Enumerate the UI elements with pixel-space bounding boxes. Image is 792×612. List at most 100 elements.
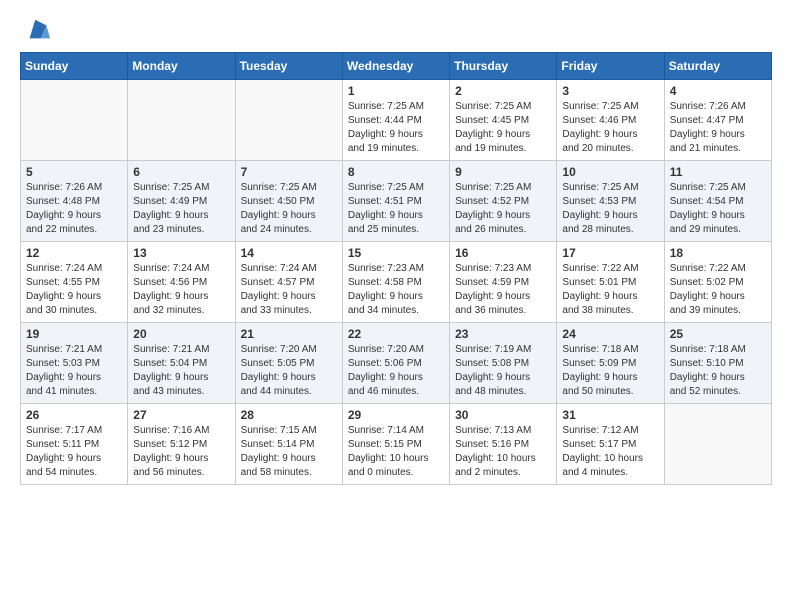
weekday-header: Saturday [664, 53, 771, 80]
day-info: Sunrise: 7:18 AM Sunset: 5:09 PM Dayligh… [562, 343, 658, 399]
day-info: Sunrise: 7:14 AM Sunset: 5:15 PM Dayligh… [348, 424, 444, 480]
calendar-cell: 31Sunrise: 7:12 AM Sunset: 5:17 PM Dayli… [557, 404, 664, 485]
day-info: Sunrise: 7:20 AM Sunset: 5:06 PM Dayligh… [348, 343, 444, 399]
calendar-cell: 23 Sunrise: 7:19 AM Sunset: 5:08 PM Dayli… [450, 323, 557, 404]
day-info: Sunrise: 7:23 AM Sunset: 4:58 PM Dayligh… [348, 262, 444, 318]
day-info: Sunrise: 7:22 AM Sunset: 5:01 PM Dayligh… [562, 262, 658, 318]
day-number: 25 [670, 327, 766, 341]
calendar-cell: 20 Sunrise: 7:21 AM Sunset: 5:04 PM Dayli… [128, 323, 235, 404]
calendar-cell: 15 Sunrise: 7:23 AM Sunset: 4:58 PM Dayli… [342, 242, 449, 323]
day-info: Sunrise: 7:19 AM Sunset: 5:08 PM Dayligh… [455, 343, 551, 399]
day-number: 17 [562, 246, 658, 260]
calendar-cell: 18Sunrise: 7:22 AM Sunset: 5:02 PM Dayli… [664, 242, 771, 323]
day-number: 4 [670, 84, 766, 98]
day-info: Sunrise: 7:25 AM Sunset: 4:49 PM Dayligh… [133, 181, 229, 237]
calendar-cell: 29Sunrise: 7:14 AM Sunset: 5:15 PM Dayli… [342, 404, 449, 485]
calendar-cell: 8 Sunrise: 7:25 AM Sunset: 4:51 PM Daylig… [342, 161, 449, 242]
day-info: Sunrise: 7:21 AM Sunset: 5:03 PM Dayligh… [26, 343, 122, 399]
day-info: Sunrise: 7:25 AM Sunset: 4:45 PM Dayligh… [455, 100, 551, 156]
calendar-cell: 24Sunrise: 7:18 AM Sunset: 5:09 PM Dayli… [557, 323, 664, 404]
day-info: Sunrise: 7:20 AM Sunset: 5:05 PM Dayligh… [241, 343, 337, 399]
calendar-row: 12 Sunrise: 7:24 AM Sunset: 4:55 PM Dayli… [21, 242, 772, 323]
day-number: 9 [455, 165, 551, 179]
day-info: Sunrise: 7:21 AM Sunset: 5:04 PM Dayligh… [133, 343, 229, 399]
day-number: 21 [241, 327, 337, 341]
day-info: Sunrise: 7:24 AM Sunset: 4:55 PM Dayligh… [26, 262, 122, 318]
day-info: Sunrise: 7:16 AM Sunset: 5:12 PM Dayligh… [133, 424, 229, 480]
calendar-cell: 1Sunrise: 7:25 AM Sunset: 4:44 PM Daylig… [342, 80, 449, 161]
day-number: 8 [348, 165, 444, 179]
calendar-cell [128, 80, 235, 161]
calendar-cell: 7 Sunrise: 7:25 AM Sunset: 4:50 PM Daylig… [235, 161, 342, 242]
calendar-page: SundayMondayTuesdayWednesdayThursdayFrid… [0, 0, 792, 501]
day-number: 1 [348, 84, 444, 98]
day-number: 5 [26, 165, 122, 179]
weekday-header: Monday [128, 53, 235, 80]
day-info: Sunrise: 7:25 AM Sunset: 4:50 PM Dayligh… [241, 181, 337, 237]
day-number: 12 [26, 246, 122, 260]
day-info: Sunrise: 7:25 AM Sunset: 4:53 PM Dayligh… [562, 181, 658, 237]
calendar-row: 26 Sunrise: 7:17 AM Sunset: 5:11 PM Dayli… [21, 404, 772, 485]
day-number: 2 [455, 84, 551, 98]
calendar-cell: 16 Sunrise: 7:23 AM Sunset: 4:59 PM Dayli… [450, 242, 557, 323]
day-info: Sunrise: 7:25 AM Sunset: 4:52 PM Dayligh… [455, 181, 551, 237]
calendar-cell: 26 Sunrise: 7:17 AM Sunset: 5:11 PM Dayli… [21, 404, 128, 485]
calendar-cell [21, 80, 128, 161]
weekday-header: Thursday [450, 53, 557, 80]
day-info: Sunrise: 7:26 AM Sunset: 4:48 PM Dayligh… [26, 181, 122, 237]
calendar-cell: 12 Sunrise: 7:24 AM Sunset: 4:55 PM Dayli… [21, 242, 128, 323]
calendar-cell: 25 Sunrise: 7:18 AM Sunset: 5:10 PM Dayli… [664, 323, 771, 404]
calendar-cell: 9 Sunrise: 7:25 AM Sunset: 4:52 PM Daylig… [450, 161, 557, 242]
calendar-cell: 5 Sunrise: 7:26 AM Sunset: 4:48 PM Daylig… [21, 161, 128, 242]
day-info: Sunrise: 7:24 AM Sunset: 4:57 PM Dayligh… [241, 262, 337, 318]
day-number: 19 [26, 327, 122, 341]
calendar-cell: 30 Sunrise: 7:13 AM Sunset: 5:16 PM Dayli… [450, 404, 557, 485]
day-number: 3 [562, 84, 658, 98]
day-number: 7 [241, 165, 337, 179]
day-info: Sunrise: 7:18 AM Sunset: 5:10 PM Dayligh… [670, 343, 766, 399]
header-row: SundayMondayTuesdayWednesdayThursdayFrid… [21, 53, 772, 80]
calendar-cell: 14 Sunrise: 7:24 AM Sunset: 4:57 PM Dayli… [235, 242, 342, 323]
calendar-cell [664, 404, 771, 485]
day-info: Sunrise: 7:15 AM Sunset: 5:14 PM Dayligh… [241, 424, 337, 480]
day-number: 28 [241, 408, 337, 422]
calendar-row: 19 Sunrise: 7:21 AM Sunset: 5:03 PM Dayli… [21, 323, 772, 404]
day-info: Sunrise: 7:22 AM Sunset: 5:02 PM Dayligh… [670, 262, 766, 318]
day-info: Sunrise: 7:25 AM Sunset: 4:46 PM Dayligh… [562, 100, 658, 156]
calendar-cell: 3 Sunrise: 7:25 AM Sunset: 4:46 PM Daylig… [557, 80, 664, 161]
day-number: 6 [133, 165, 229, 179]
day-number: 20 [133, 327, 229, 341]
weekday-header: Sunday [21, 53, 128, 80]
day-number: 13 [133, 246, 229, 260]
day-number: 15 [348, 246, 444, 260]
day-number: 30 [455, 408, 551, 422]
logo [20, 16, 52, 44]
day-number: 26 [26, 408, 122, 422]
day-number: 14 [241, 246, 337, 260]
calendar-table: SundayMondayTuesdayWednesdayThursdayFrid… [20, 52, 772, 485]
day-number: 16 [455, 246, 551, 260]
logo-icon [24, 16, 52, 44]
day-info: Sunrise: 7:25 AM Sunset: 4:51 PM Dayligh… [348, 181, 444, 237]
calendar-cell: 21 Sunrise: 7:20 AM Sunset: 5:05 PM Dayli… [235, 323, 342, 404]
calendar-cell [235, 80, 342, 161]
day-number: 23 [455, 327, 551, 341]
calendar-row: 1Sunrise: 7:25 AM Sunset: 4:44 PM Daylig… [21, 80, 772, 161]
day-info: Sunrise: 7:12 AM Sunset: 5:17 PM Dayligh… [562, 424, 658, 480]
calendar-cell: 4Sunrise: 7:26 AM Sunset: 4:47 PM Daylig… [664, 80, 771, 161]
calendar-cell: 19 Sunrise: 7:21 AM Sunset: 5:03 PM Dayli… [21, 323, 128, 404]
header [20, 16, 772, 44]
calendar-cell: 27Sunrise: 7:16 AM Sunset: 5:12 PM Dayli… [128, 404, 235, 485]
day-info: Sunrise: 7:13 AM Sunset: 5:16 PM Dayligh… [455, 424, 551, 480]
day-info: Sunrise: 7:25 AM Sunset: 4:54 PM Dayligh… [670, 181, 766, 237]
calendar-cell: 28 Sunrise: 7:15 AM Sunset: 5:14 PM Dayli… [235, 404, 342, 485]
day-info: Sunrise: 7:24 AM Sunset: 4:56 PM Dayligh… [133, 262, 229, 318]
calendar-cell: 10Sunrise: 7:25 AM Sunset: 4:53 PM Dayli… [557, 161, 664, 242]
calendar-cell: 11 Sunrise: 7:25 AM Sunset: 4:54 PM Dayli… [664, 161, 771, 242]
day-number: 11 [670, 165, 766, 179]
calendar-cell: 17 Sunrise: 7:22 AM Sunset: 5:01 PM Dayli… [557, 242, 664, 323]
calendar-cell: 2 Sunrise: 7:25 AM Sunset: 4:45 PM Daylig… [450, 80, 557, 161]
day-info: Sunrise: 7:23 AM Sunset: 4:59 PM Dayligh… [455, 262, 551, 318]
weekday-header: Friday [557, 53, 664, 80]
day-info: Sunrise: 7:17 AM Sunset: 5:11 PM Dayligh… [26, 424, 122, 480]
